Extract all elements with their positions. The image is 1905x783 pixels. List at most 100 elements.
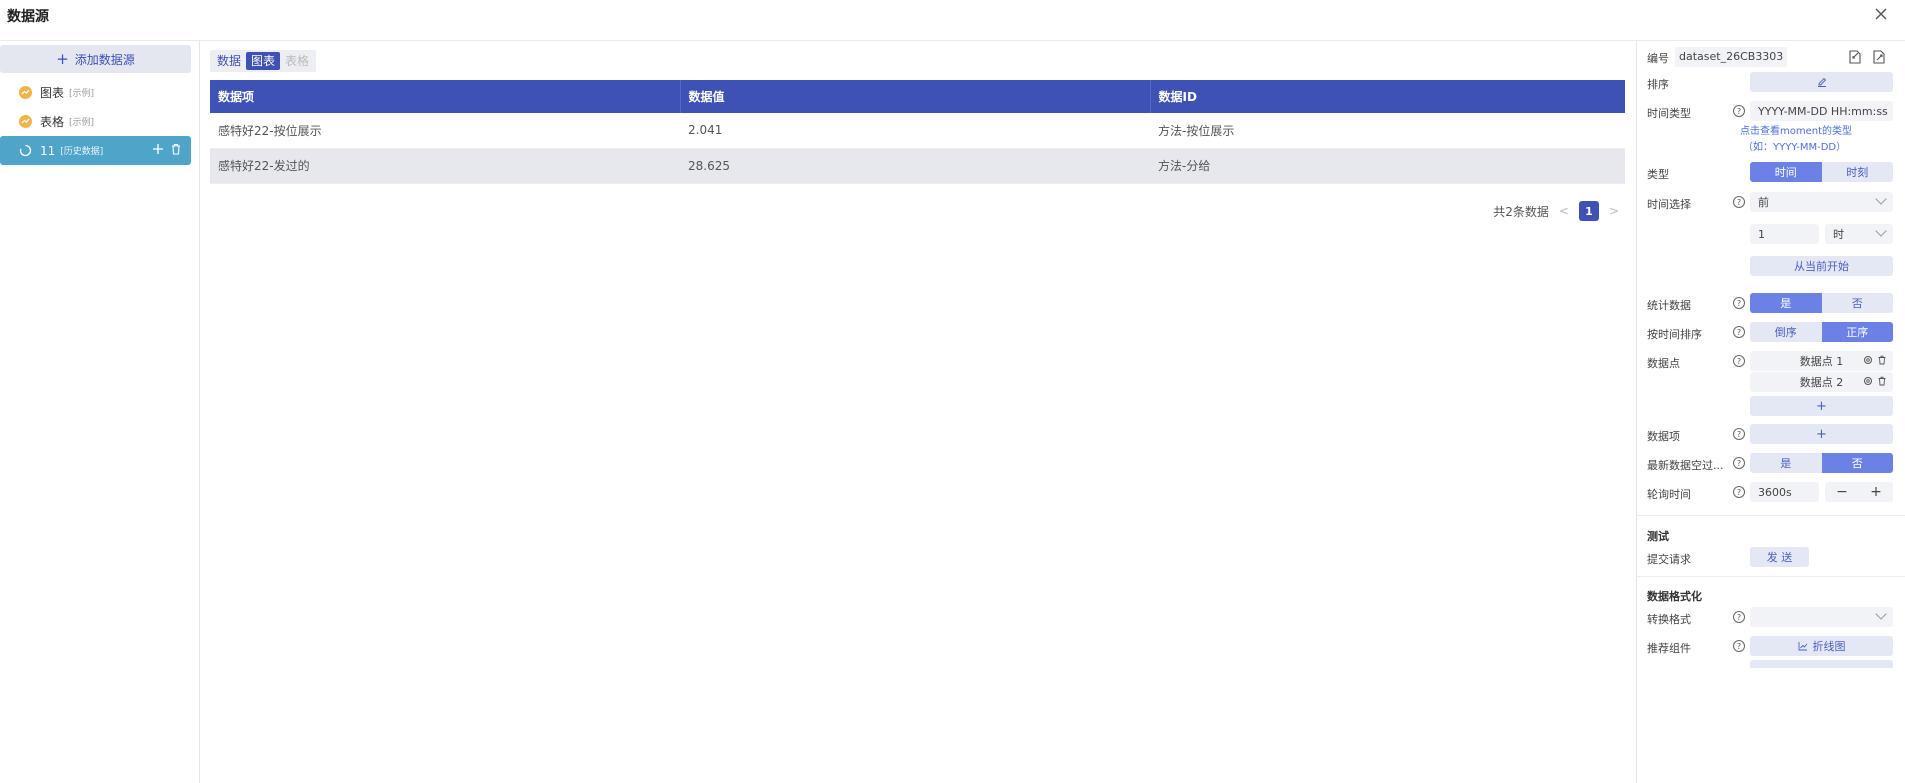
items-row: 数据项 ? + (1647, 424, 1893, 444)
table-cell: 28.625 (680, 148, 1150, 184)
poll-input[interactable]: 3600s (1750, 482, 1819, 502)
time-sort-label: 按时间排序 (1647, 328, 1702, 341)
type-option-moment[interactable]: 时刻 (1821, 162, 1893, 182)
delete-icon[interactable] (170, 143, 182, 155)
datasource-item-chart[interactable]: 图表 [示例] (0, 78, 191, 107)
add-item-button[interactable]: + (1750, 424, 1893, 444)
stats-option-no[interactable]: 否 (1821, 293, 1893, 313)
table-cell: 方法-分给 (1150, 148, 1625, 184)
tab-data[interactable]: 数据 (212, 52, 246, 70)
stats-option-yes[interactable]: 是 (1750, 293, 1822, 313)
plus-icon: + (56, 49, 69, 68)
help-icon[interactable]: ? (1733, 486, 1745, 498)
convert-label: 转换格式 (1647, 613, 1691, 626)
help-icon[interactable]: ? (1733, 326, 1745, 338)
points-label: 数据点 (1647, 357, 1680, 370)
sort-option-asc[interactable]: 正序 (1821, 322, 1893, 342)
poll-label: 轮询时间 (1647, 488, 1691, 501)
time-select-label: 时间选择 (1647, 198, 1691, 211)
time-sort-row: 按时间排序 ? 倒序 正序 (1647, 322, 1893, 342)
edit-sort-button[interactable] (1750, 72, 1893, 92)
data-point-item[interactable]: 数据点 2 (1750, 372, 1893, 392)
delete-icon[interactable] (1877, 376, 1887, 386)
datasource-tag: [示例] (69, 118, 95, 128)
sort-option-desc[interactable]: 倒序 (1750, 322, 1822, 342)
type-row: 类型 时间 时刻 (1647, 162, 1893, 182)
divider (1637, 515, 1905, 516)
poll-row: 轮询时间 ? 3600s − + (1647, 482, 1893, 502)
datasource-tag: [示例] (69, 89, 95, 99)
chevron-down-icon (1875, 608, 1887, 620)
time-format-input[interactable]: YYYY-MM-DD HH:mm:ss (1750, 101, 1893, 121)
prev-page-icon[interactable]: < (1559, 204, 1569, 218)
stats-toggle: 是 否 (1750, 293, 1893, 313)
sort-row: 排序 (1647, 72, 1893, 92)
page-button[interactable]: 1 (1578, 201, 1599, 221)
help-icon[interactable]: ? (1733, 105, 1745, 117)
selected-value: 时 (1833, 228, 1844, 241)
plus-icon: + (1816, 398, 1827, 414)
help-icon[interactable]: ? (1733, 640, 1745, 652)
time-amount-row: 1 时 (1647, 224, 1893, 244)
type-option-time[interactable]: 时间 (1750, 162, 1822, 182)
table-row[interactable]: 感特好22-发过的 28.625 方法-分给 (210, 148, 1625, 184)
delete-icon[interactable] (1877, 355, 1887, 365)
moment-link[interactable]: 点击查看moment的类型 (1740, 122, 1852, 137)
add-datasource-button[interactable]: + 添加数据源 (0, 45, 191, 73)
data-table: 数据项 数据值 数据ID 感特好22-按位展示 2.041 方法-按位展示 感特… (210, 80, 1625, 184)
latest-toggle: 是 否 (1750, 453, 1893, 473)
line-chart-icon (1798, 642, 1807, 651)
time-amount-input[interactable]: 1 (1750, 224, 1819, 244)
help-icon[interactable]: ? (1733, 428, 1745, 440)
help-icon[interactable]: ? (1733, 355, 1745, 367)
pagination: 共2条数据 < 1 > (1493, 201, 1619, 221)
tab-chart[interactable]: 图表 (246, 52, 281, 70)
convert-select[interactable] (1750, 607, 1893, 627)
latest-label: 最新数据空过... (1647, 459, 1724, 472)
recommend-more-button[interactable] (1750, 660, 1893, 668)
help-icon[interactable]: ? (1733, 297, 1745, 309)
export-icon[interactable] (1871, 49, 1887, 65)
time-type-row: 时间类型 ? YYYY-MM-DD HH:mm:ss (1647, 101, 1893, 121)
recommend-line-chart-button[interactable]: 折线图 (1750, 636, 1893, 656)
send-button[interactable]: 发 送 (1750, 547, 1809, 567)
help-icon[interactable]: ? (1733, 611, 1745, 623)
data-point-name: 数据点 1 (1799, 355, 1844, 368)
table-cell: 感特好22-按位展示 (210, 113, 680, 149)
plus-icon[interactable]: + (1859, 482, 1893, 502)
selected-value: 前 (1758, 196, 1769, 209)
add-datasource-label: 添加数据源 (74, 52, 135, 67)
chevron-down-icon (1875, 193, 1887, 205)
table-cell: 2.041 (680, 113, 1150, 149)
submit-label: 提交请求 (1647, 553, 1691, 566)
time-direction-select[interactable]: 前 (1750, 192, 1893, 212)
time-unit-select[interactable]: 时 (1825, 224, 1893, 244)
chevron-down-icon (1875, 225, 1887, 237)
help-icon[interactable]: ? (1733, 457, 1745, 469)
column-header: 数据值 (680, 80, 1151, 113)
recommend-row: 推荐组件 ? 折线图 (1647, 636, 1893, 656)
recommend-label: 推荐组件 (1647, 642, 1691, 655)
from-now-button[interactable]: 从当前开始 (1750, 256, 1893, 276)
tab-table[interactable]: 表格 (280, 52, 314, 70)
datasource-item-history[interactable]: 11 [历史数据] (0, 136, 191, 165)
data-point-item[interactable]: 数据点 1 (1750, 351, 1893, 371)
help-icon[interactable]: ? (1733, 196, 1745, 208)
import-icon[interactable] (1847, 49, 1863, 65)
stats-row: 统计数据 ? 是 否 (1647, 293, 1893, 313)
settings-icon[interactable] (1863, 355, 1873, 365)
datasource-item-table[interactable]: 表格 [示例] (0, 107, 191, 136)
table-row[interactable]: 感特好22-按位展示 2.041 方法-按位展示 (210, 113, 1625, 149)
add-icon[interactable] (152, 143, 164, 155)
close-icon[interactable] (1873, 6, 1889, 22)
add-point-button[interactable]: + (1750, 396, 1893, 416)
type-label: 类型 (1647, 168, 1669, 181)
minus-icon[interactable]: − (1825, 482, 1859, 502)
settings-icon[interactable] (1863, 376, 1873, 386)
title-bar: 数据源 (0, 0, 1905, 41)
next-page-icon[interactable]: > (1609, 204, 1619, 218)
datasource-name: 11 (40, 143, 56, 158)
latest-option-no[interactable]: 否 (1821, 453, 1893, 473)
type-toggle: 时间 时刻 (1750, 162, 1893, 182)
latest-option-yes[interactable]: 是 (1750, 453, 1822, 473)
